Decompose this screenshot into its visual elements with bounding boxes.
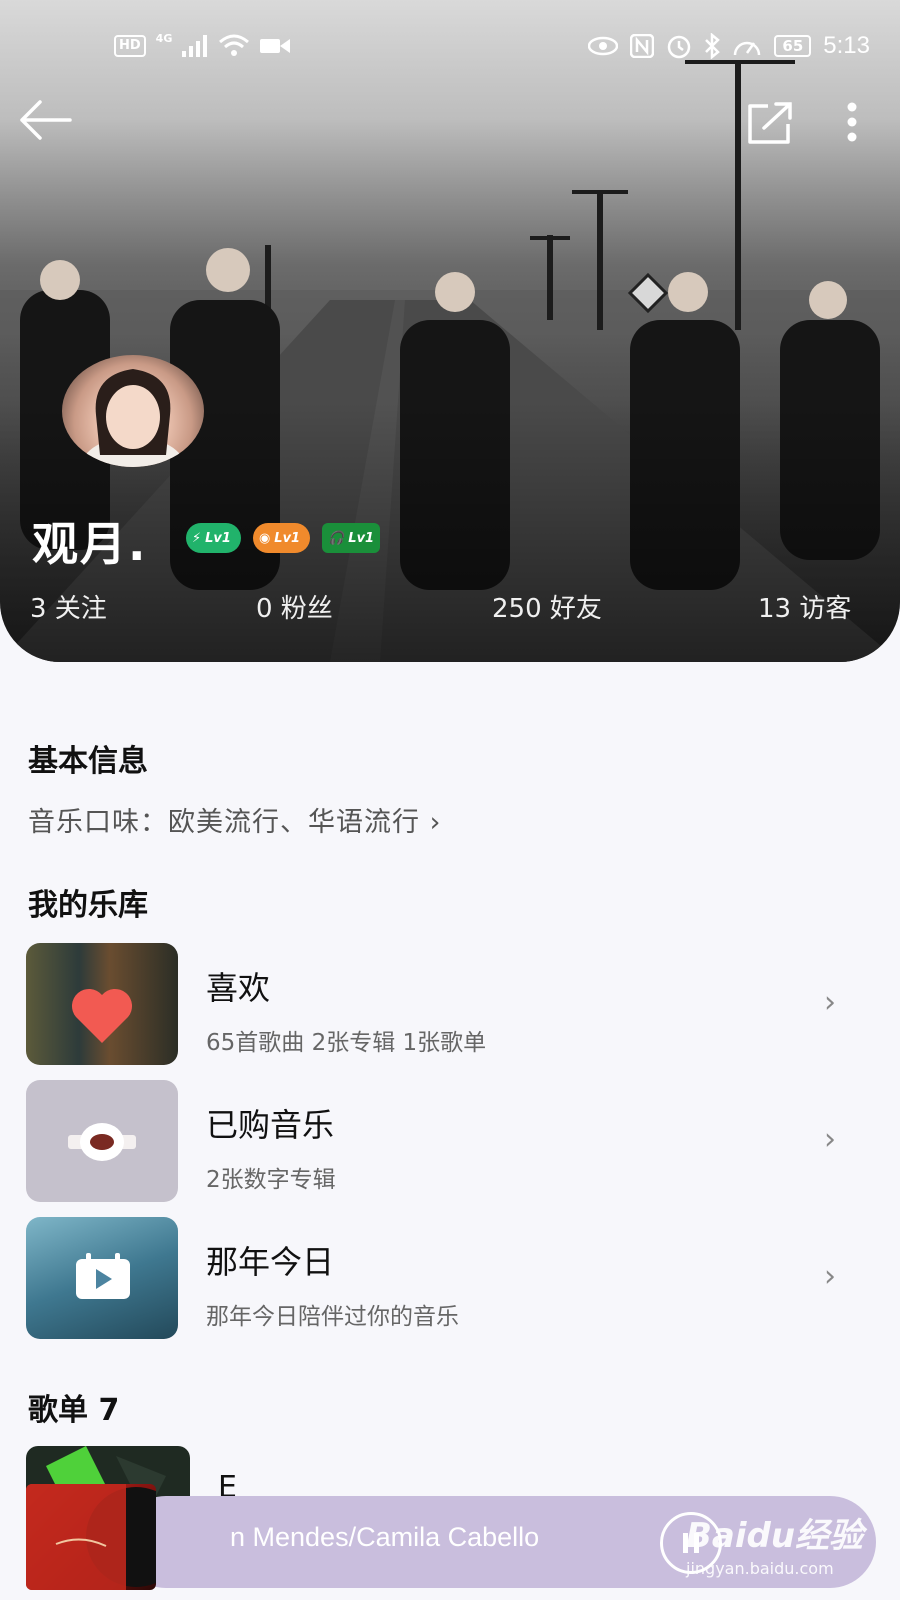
username: 观月. xyxy=(32,517,148,571)
following-count[interactable]: 3 关注 xyxy=(30,588,107,625)
on-this-day-title: 那年今日 xyxy=(206,1243,335,1281)
eye-icon xyxy=(588,36,619,56)
on-this-day-subtitle: 那年今日陪伴过你的音乐 xyxy=(206,1304,459,1330)
purchased-thumbnail xyxy=(26,1080,178,1202)
chevron-right-icon: › xyxy=(824,985,836,1020)
fans-count[interactable]: 0 粉丝 xyxy=(256,588,333,625)
library-item-on-this-day[interactable]: 那年今日 那年今日陪伴过你的音乐 › xyxy=(26,1217,876,1339)
library-title: 我的乐库 xyxy=(28,888,148,923)
watermark: Baidu经验 jingyan.baidu.com xyxy=(686,1508,863,1578)
liked-thumbnail xyxy=(26,943,178,1065)
bluetooth-icon xyxy=(705,33,721,59)
basic-info-title: 基本信息 xyxy=(28,744,148,779)
heart-icon xyxy=(71,988,133,1043)
vinyl-icon xyxy=(68,1123,136,1161)
liked-subtitle: 65首歌曲 2张专辑 1张歌单 xyxy=(206,1030,487,1056)
playlists-title: 歌单 7 xyxy=(28,1393,120,1428)
avatar[interactable] xyxy=(62,355,204,467)
network-type: 4G xyxy=(155,31,173,45)
headphones-icon: 🎧 xyxy=(328,530,345,546)
wifi-icon xyxy=(219,34,250,56)
video-icon xyxy=(260,39,291,53)
avatar-photo xyxy=(81,369,185,467)
library-item-purchased[interactable]: 已购音乐 2张数字专辑 › xyxy=(26,1080,876,1202)
share-button[interactable] xyxy=(746,100,794,146)
friends-count[interactable]: 250 好友 xyxy=(492,588,602,625)
signal-icon xyxy=(182,35,208,57)
purchased-subtitle: 2张数字专辑 xyxy=(206,1167,336,1193)
music-taste-row[interactable]: 音乐口味：欧美流行、华语流行 › xyxy=(28,800,441,839)
hd-indicator: HD xyxy=(114,35,146,57)
calendar-play-icon xyxy=(76,1253,130,1299)
now-playing-cover[interactable] xyxy=(26,1484,156,1590)
share-icon xyxy=(748,102,792,144)
more-options-button[interactable] xyxy=(840,100,864,146)
nfc-icon xyxy=(630,34,655,58)
music-level-label: Lv1 xyxy=(274,530,301,546)
chevron-right-icon: › xyxy=(824,1122,836,1157)
battery-indicator: 65 xyxy=(774,35,812,57)
status-bar: HD 4G 65 5:13 xyxy=(0,30,900,66)
lightning-icon: ⚡ xyxy=(192,530,202,546)
listen-level-badge[interactable]: 🎧 Lv1 xyxy=(322,523,381,553)
level-badges: ⚡ Lv1 ◉ Lv1 🎧 Lv1 xyxy=(186,523,381,553)
library-item-liked[interactable]: 喜欢 65首歌曲 2张专辑 1张歌单 › xyxy=(26,943,876,1065)
clock: 5:13 xyxy=(823,32,870,59)
purchased-title: 已购音乐 xyxy=(206,1106,335,1144)
back-button[interactable] xyxy=(18,98,74,142)
disc-icon: ◉ xyxy=(258,530,271,546)
music-level-badge[interactable]: ◉ Lv1 xyxy=(252,523,311,553)
on-this-day-thumbnail xyxy=(26,1217,178,1339)
watermark-sub: jingyan.baidu.com xyxy=(686,1559,834,1578)
liked-title: 喜欢 xyxy=(206,969,271,1007)
vip-level-label: Lv1 xyxy=(205,530,231,546)
more-vertical-icon xyxy=(847,102,857,142)
visitors-count[interactable]: 13 访客 xyxy=(758,588,851,625)
watermark-main: Baidu经验 xyxy=(686,1516,864,1556)
album-art xyxy=(26,1484,156,1590)
back-arrow-icon xyxy=(20,100,72,140)
alarm-icon xyxy=(668,35,691,59)
speed-icon xyxy=(734,41,761,56)
chevron-right-icon: › xyxy=(824,1259,836,1294)
vip-level-badge[interactable]: ⚡ Lv1 xyxy=(186,523,241,553)
now-playing-artist: n Mendes/Camila Cabello xyxy=(230,1522,540,1552)
listen-level-label: Lv1 xyxy=(348,530,375,546)
